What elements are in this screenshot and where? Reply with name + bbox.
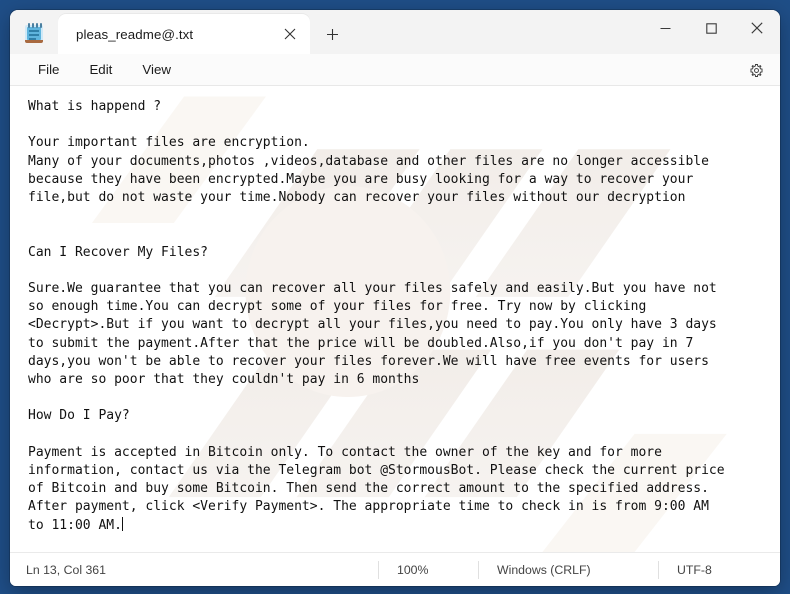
text-caret xyxy=(121,516,123,531)
menu-item-file[interactable]: File xyxy=(26,58,71,81)
editor-area[interactable]: What is happend ? Your important files a… xyxy=(10,86,780,552)
status-line-ending[interactable]: Windows (CRLF) xyxy=(478,560,658,579)
status-zoom-level[interactable]: 100% xyxy=(378,560,478,579)
menu-bar: File Edit View xyxy=(10,54,780,86)
close-button[interactable] xyxy=(734,10,780,46)
status-encoding[interactable]: UTF-8 xyxy=(658,560,778,579)
minimize-button[interactable] xyxy=(642,10,688,46)
text-content[interactable]: What is happend ? Your important files a… xyxy=(10,86,780,552)
notepad-icon xyxy=(22,22,46,46)
notepad-window: pleas_readme@.txt File Edit View What is… xyxy=(10,10,780,586)
desktop-background: pleas_readme@.txt File Edit View What is… xyxy=(0,0,790,594)
tab-title: pleas_readme@.txt xyxy=(76,26,194,42)
status-bar: Ln 13, Col 361 100% Windows (CRLF) UTF-8 xyxy=(10,552,780,586)
gear-icon[interactable] xyxy=(742,57,770,83)
menu-item-view[interactable]: View xyxy=(130,58,183,81)
window-controls xyxy=(642,10,780,46)
title-bar[interactable]: pleas_readme@.txt xyxy=(10,10,780,54)
menu-item-edit[interactable]: Edit xyxy=(77,58,124,81)
new-tab-button[interactable] xyxy=(314,18,350,50)
editor-text: What is happend ? Your important files a… xyxy=(28,99,725,533)
status-cursor-position[interactable]: Ln 13, Col 361 xyxy=(10,563,378,577)
maximize-button[interactable] xyxy=(688,10,734,46)
tab-pleas-readme[interactable]: pleas_readme@.txt xyxy=(58,14,310,54)
tab-close-icon[interactable] xyxy=(276,20,304,48)
tab-strip: pleas_readme@.txt xyxy=(58,14,350,54)
